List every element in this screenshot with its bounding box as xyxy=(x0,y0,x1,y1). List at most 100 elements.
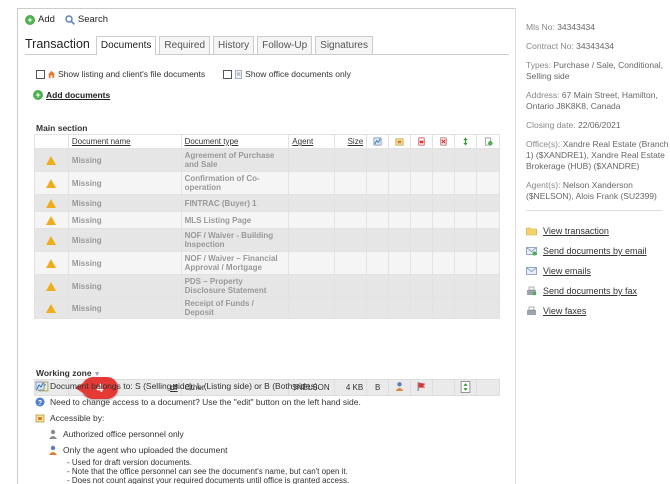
tab-documents[interactable]: Documents xyxy=(95,36,157,55)
show-listing-label: Show listing and client's file documents xyxy=(58,69,206,79)
send-email-icon xyxy=(526,247,537,256)
contract-number: Contract No: 34343434 xyxy=(526,41,614,51)
legend-note: - Note that the office personnel can see… xyxy=(67,467,348,476)
table-row[interactable]: Missing PDS – Property Disclosure Statem… xyxy=(34,274,500,298)
main-panel: Transaction Documents Required History F… xyxy=(25,35,509,399)
tab-required[interactable]: Required xyxy=(159,36,211,54)
transaction-info-sidebar: Mls No: 34343434 Contract No: 34343434 T… xyxy=(515,8,670,484)
col-size[interactable]: Size xyxy=(334,134,368,149)
status-cell xyxy=(34,194,69,212)
main-section-title: Main section xyxy=(36,123,88,133)
document-name: Missing xyxy=(67,194,182,212)
send-documents-fax-link[interactable]: Send documents by fax xyxy=(526,281,670,301)
table-row[interactable]: Missing NOF / Waiver - Building Inspecti… xyxy=(34,228,500,252)
warning-icon xyxy=(46,178,57,188)
legend-accessible-by: Accessible by: xyxy=(35,410,361,426)
legend-note: - Does not count against your required d… xyxy=(67,476,350,484)
table-row[interactable]: Missing NOF / Waiver – Financial Approva… xyxy=(34,251,500,275)
add-label: Add xyxy=(38,14,55,25)
legend: Document belongs to: S (Selling side), L… xyxy=(35,378,361,484)
main-documents-table: Document name Document type Agent Size M… xyxy=(34,134,500,319)
warning-icon xyxy=(46,235,57,245)
send-documents-email-link[interactable]: Send documents by email xyxy=(526,241,670,261)
table-row[interactable]: Missing MLS Listing Page xyxy=(34,211,500,229)
col-move xyxy=(454,134,477,149)
filters: Show listing and client's file documents… xyxy=(36,69,351,79)
move-icon[interactable] xyxy=(460,380,471,393)
col-agent[interactable]: Agent xyxy=(288,134,336,149)
warning-icon xyxy=(46,281,57,291)
status-cell xyxy=(34,251,69,275)
mls-number: Mls No: 34343434 xyxy=(526,22,596,32)
delete-icon xyxy=(440,137,447,146)
access-icon xyxy=(35,414,45,423)
legend-uploader-text: Only the agent who uploaded the document xyxy=(63,445,228,455)
tab-history[interactable]: History xyxy=(213,36,255,54)
legend-authorized-text: Authorized office personnel only xyxy=(63,429,184,439)
add-documents-link[interactable]: + Add documents xyxy=(33,90,110,100)
col-approve xyxy=(476,134,500,149)
toolbar: + Add Search xyxy=(25,14,108,25)
show-office-label: Show office documents only xyxy=(245,69,351,79)
warning-icon xyxy=(46,303,57,313)
move-arrows-icon xyxy=(463,137,468,146)
search-button[interactable]: Search xyxy=(65,14,108,25)
document-type: Confirmation of Co-operation xyxy=(180,171,290,195)
warning-icon xyxy=(46,215,57,225)
side-chart-icon xyxy=(35,381,45,391)
folder-icon xyxy=(526,227,537,236)
side-chart-icon xyxy=(373,137,382,146)
legend-side: Document belongs to: S (Selling side), L… xyxy=(35,378,361,394)
house-icon xyxy=(47,70,56,78)
document-name: Missing xyxy=(67,148,182,172)
table-row[interactable]: Missing FINTRAC (Buyer) 1 xyxy=(34,194,500,212)
show-office-checkbox[interactable] xyxy=(223,69,233,79)
document-type: Receipt of Funds / Deposit xyxy=(180,297,290,319)
add-icon: + xyxy=(25,14,35,25)
offices: Office(s): Xandre Real Estate (Branch 1)… xyxy=(526,139,669,171)
table-header: Document name Document type Agent Size xyxy=(34,134,500,149)
tab-follow-up[interactable]: Follow-Up xyxy=(257,36,313,54)
status-cell xyxy=(34,148,69,172)
warning-icon xyxy=(46,155,57,165)
status-cell xyxy=(34,228,69,252)
legend-note: - Used for draft version documents. xyxy=(67,458,192,467)
document-type: Agreement of Purchase and Sale xyxy=(180,148,290,172)
page-title: Transaction xyxy=(25,37,90,51)
legend-authorized: Authorized office personnel only xyxy=(35,426,361,442)
warning-icon xyxy=(46,258,57,268)
col-document-type[interactable]: Document type xyxy=(180,134,290,149)
document-name: Missing xyxy=(67,274,182,298)
fax-icon xyxy=(527,306,536,315)
col-side xyxy=(366,134,390,149)
col-status xyxy=(34,134,69,149)
send-fax-icon xyxy=(527,286,537,296)
legend-accessible-by-text: Accessible by: xyxy=(50,413,105,423)
show-listing-filter[interactable]: Show listing and client's file documents xyxy=(36,69,205,79)
types: Types: Purchase / Sale, Conditional, Sel… xyxy=(526,60,664,81)
view-transaction-link[interactable]: View transaction xyxy=(526,221,670,241)
col-pdf xyxy=(410,134,434,149)
warning-icon xyxy=(46,198,57,208)
document-name: Missing xyxy=(67,171,182,195)
status-cell xyxy=(34,297,69,319)
document-type: MLS Listing Page xyxy=(180,211,290,229)
show-office-filter[interactable]: Show office documents only xyxy=(223,69,351,79)
status-cell xyxy=(34,211,69,229)
svg-text:?: ? xyxy=(38,400,42,407)
flag-icon[interactable] xyxy=(416,381,427,392)
table-row[interactable]: Missing Agreement of Purchase and Sale xyxy=(34,148,500,172)
col-document-name[interactable]: Document name xyxy=(67,134,182,149)
add-documents-icon: + xyxy=(33,90,43,100)
show-listing-checkbox[interactable] xyxy=(36,69,45,79)
closing-date: Closing date: 22/06/2021 xyxy=(526,120,621,130)
legend-access-change: ? Need to change access to a document? U… xyxy=(35,394,361,410)
tab-signatures[interactable]: Signatures xyxy=(315,36,373,54)
search-icon xyxy=(65,14,75,25)
table-row[interactable]: Missing Receipt of Funds / Deposit xyxy=(34,297,500,319)
view-emails-link[interactable]: View emails xyxy=(526,261,670,281)
add-button[interactable]: + Add xyxy=(25,14,55,25)
table-row[interactable]: Missing Confirmation of Co-operation xyxy=(34,171,500,195)
view-faxes-link[interactable]: View faxes xyxy=(526,301,670,321)
email-icon xyxy=(526,267,537,275)
